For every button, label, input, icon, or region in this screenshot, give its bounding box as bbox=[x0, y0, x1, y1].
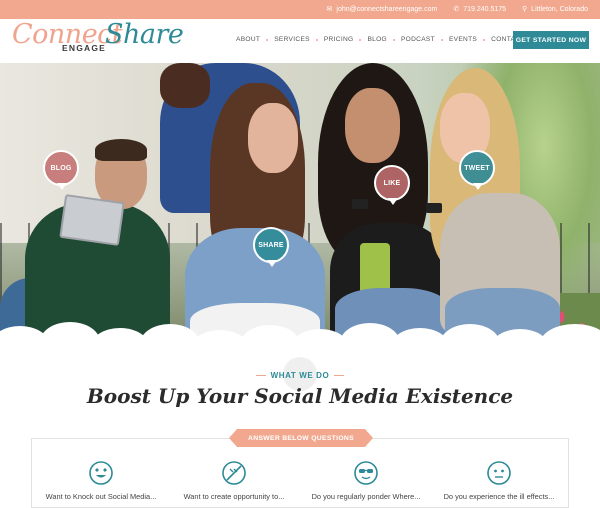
nav-podcast[interactable]: PODCAST bbox=[401, 36, 435, 43]
question-item[interactable]: Want to Knock out Social Media... bbox=[34, 460, 168, 501]
what-we-do-section: WHAT WE DO Boost Up Your Social Media Ex… bbox=[0, 340, 600, 508]
location-contact: ⚲ Littleton, Colorado bbox=[522, 6, 588, 13]
eyebrow-dash bbox=[255, 375, 266, 377]
top-info-bar: ✉ john@connectshareengage.com ✆ 719.240.… bbox=[0, 0, 600, 19]
map-pin-icon: ⚲ bbox=[522, 6, 528, 13]
no-entry-icon bbox=[167, 460, 301, 486]
person-standing-head bbox=[160, 63, 210, 108]
location-text: Littleton, Colorado bbox=[531, 6, 588, 13]
main-nav: ABOUT SERVICES PRICING BLOG PODCAST EVEN… bbox=[236, 36, 525, 43]
phone-contact[interactable]: ✆ 719.240.5175 bbox=[453, 6, 506, 13]
logo-share: Share bbox=[105, 19, 184, 50]
nav-separator bbox=[392, 38, 395, 41]
hero-image: BLOG SHARE LIKE TWEET bbox=[0, 63, 600, 340]
sunglasses-face-icon bbox=[299, 460, 433, 486]
nav-separator bbox=[440, 38, 443, 41]
tablet-device bbox=[59, 194, 125, 246]
email-contact[interactable]: ✉ john@connectshareengage.com bbox=[327, 6, 438, 13]
section-heading: Boost Up Your Social Media Existence bbox=[86, 384, 514, 408]
nav-events[interactable]: EVENTS bbox=[449, 36, 477, 43]
person-man-hair bbox=[95, 139, 147, 161]
envelope-icon: ✉ bbox=[326, 6, 333, 13]
heart-eyes-face-icon bbox=[34, 460, 168, 486]
bubble-tweet: TWEET bbox=[459, 150, 495, 190]
eyebrow-text: WHAT WE DO bbox=[270, 371, 330, 380]
nav-separator bbox=[359, 38, 362, 41]
bubble-share: SHARE bbox=[253, 227, 289, 267]
site-logo[interactable]: Connect Share ENGAGE bbox=[12, 19, 184, 63]
nav-services[interactable]: SERVICES bbox=[274, 36, 310, 43]
phone-text[interactable]: 719.240.5175 bbox=[463, 6, 506, 13]
eyebrow-dash bbox=[334, 375, 345, 377]
bubble-like: LIKE bbox=[374, 165, 410, 205]
nav-about[interactable]: ABOUT bbox=[236, 36, 260, 43]
nav-blog[interactable]: BLOG bbox=[367, 36, 387, 43]
question-item[interactable]: Do you experience the ill effects... bbox=[432, 460, 566, 501]
get-started-button[interactable]: GET STARTED NOW bbox=[513, 31, 589, 49]
question-item[interactable]: Do you regularly ponder Where... bbox=[299, 460, 433, 501]
logo-engage: ENGAGE bbox=[62, 43, 107, 53]
phone-icon: ✆ bbox=[453, 6, 460, 13]
site-header: Connect Share ENGAGE ABOUT SERVICES PRIC… bbox=[0, 19, 600, 63]
nav-separator bbox=[483, 38, 486, 41]
nav-pricing[interactable]: PRICING bbox=[324, 36, 354, 43]
phone-device bbox=[352, 199, 368, 209]
bubble-blog: BLOG bbox=[43, 150, 79, 190]
question-item[interactable]: Want to create opportunity to... bbox=[167, 460, 301, 501]
email-text[interactable]: john@connectshareengage.com bbox=[336, 6, 437, 13]
nav-separator bbox=[315, 38, 318, 41]
phone-device bbox=[426, 203, 442, 213]
nav-separator bbox=[266, 38, 269, 41]
person-woman2-face bbox=[345, 88, 400, 163]
neutral-face-icon bbox=[432, 460, 566, 486]
answer-ribbon: ANSWER BELOW QUESTIONS bbox=[229, 429, 373, 447]
person-woman1-face bbox=[248, 103, 298, 173]
section-eyebrow: WHAT WE DO bbox=[0, 371, 600, 380]
